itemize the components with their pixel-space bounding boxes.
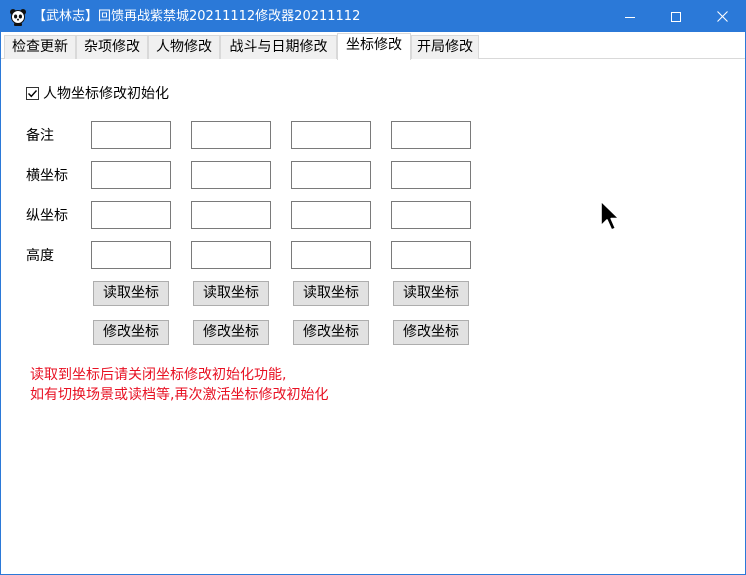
tab-coordinates[interactable]: 坐标修改 [337,33,411,60]
y-coord-field-4[interactable] [391,201,471,229]
height-field-4[interactable] [391,241,471,269]
title-bar[interactable]: 【武林志】回馈再战紫禁城20211112修改器20211112 [1,1,745,32]
app-window: 【武林志】回馈再战紫禁城20211112修改器20211112 检查更新 杂项修… [0,0,746,575]
tab-new-game[interactable]: 开局修改 [411,35,479,59]
checkmark-icon [28,89,38,97]
row-label-y: 纵坐标 [26,208,68,224]
window-title: 【武林志】回馈再战紫禁城20211112修改器20211112 [33,9,361,24]
y-coord-field-2[interactable] [191,201,271,229]
tab-check-update[interactable]: 检查更新 [4,35,76,59]
row-label-height: 高度 [26,248,54,264]
init-checkbox-row[interactable]: 人物坐标修改初始化 [26,84,169,102]
x-coord-field-1[interactable] [91,161,171,189]
y-coord-field-3[interactable] [291,201,371,229]
modify-coords-button-2[interactable]: 修改坐标 [193,320,269,345]
notice-line-2: 如有切换场景或读档等,再次激活坐标修改初始化 [30,387,329,403]
minimize-button[interactable] [607,1,653,32]
modify-coords-button-3[interactable]: 修改坐标 [293,320,369,345]
tab-strip: 检查更新 杂项修改 人物修改 战斗与日期修改 坐标修改 开局修改 [1,32,745,60]
minimize-icon [625,16,635,18]
note-field-1[interactable] [91,121,171,149]
row-label-x: 横坐标 [26,168,68,184]
close-button[interactable] [699,1,745,32]
tab-misc[interactable]: 杂项修改 [76,35,148,59]
note-field-2[interactable] [191,121,271,149]
x-coord-field-2[interactable] [191,161,271,189]
init-checkbox-label: 人物坐标修改初始化 [43,86,169,102]
note-field-3[interactable] [291,121,371,149]
mouse-pointer-icon [600,200,620,231]
read-coords-button-2[interactable]: 读取坐标 [193,281,269,306]
row-label-note: 备注 [26,128,54,144]
height-field-3[interactable] [291,241,371,269]
y-coord-field-1[interactable] [91,201,171,229]
maximize-button[interactable] [653,1,699,32]
modify-coords-button-1[interactable]: 修改坐标 [93,320,169,345]
modify-coords-button-4[interactable]: 修改坐标 [393,320,469,345]
x-coord-field-4[interactable] [391,161,471,189]
height-field-2[interactable] [191,241,271,269]
init-checkbox[interactable] [26,86,39,100]
tab-battle-date[interactable]: 战斗与日期修改 [220,35,337,59]
read-coords-button-4[interactable]: 读取坐标 [393,281,469,306]
x-coord-field-3[interactable] [291,161,371,189]
read-coords-button-3[interactable]: 读取坐标 [293,281,369,306]
coordinates-panel: 人物坐标修改初始化 备注 横坐标 纵坐标 高度 读取坐标 读取坐标 读取坐标 读… [1,59,745,575]
close-icon [716,11,728,22]
read-coords-button-1[interactable]: 读取坐标 [93,281,169,306]
maximize-icon [671,11,681,22]
notice-line-1: 读取到坐标后请关闭坐标修改初始化功能, [30,367,287,383]
height-field-1[interactable] [91,241,171,269]
note-field-4[interactable] [391,121,471,149]
panda-app-icon [9,8,27,26]
tab-character[interactable]: 人物修改 [148,35,220,59]
